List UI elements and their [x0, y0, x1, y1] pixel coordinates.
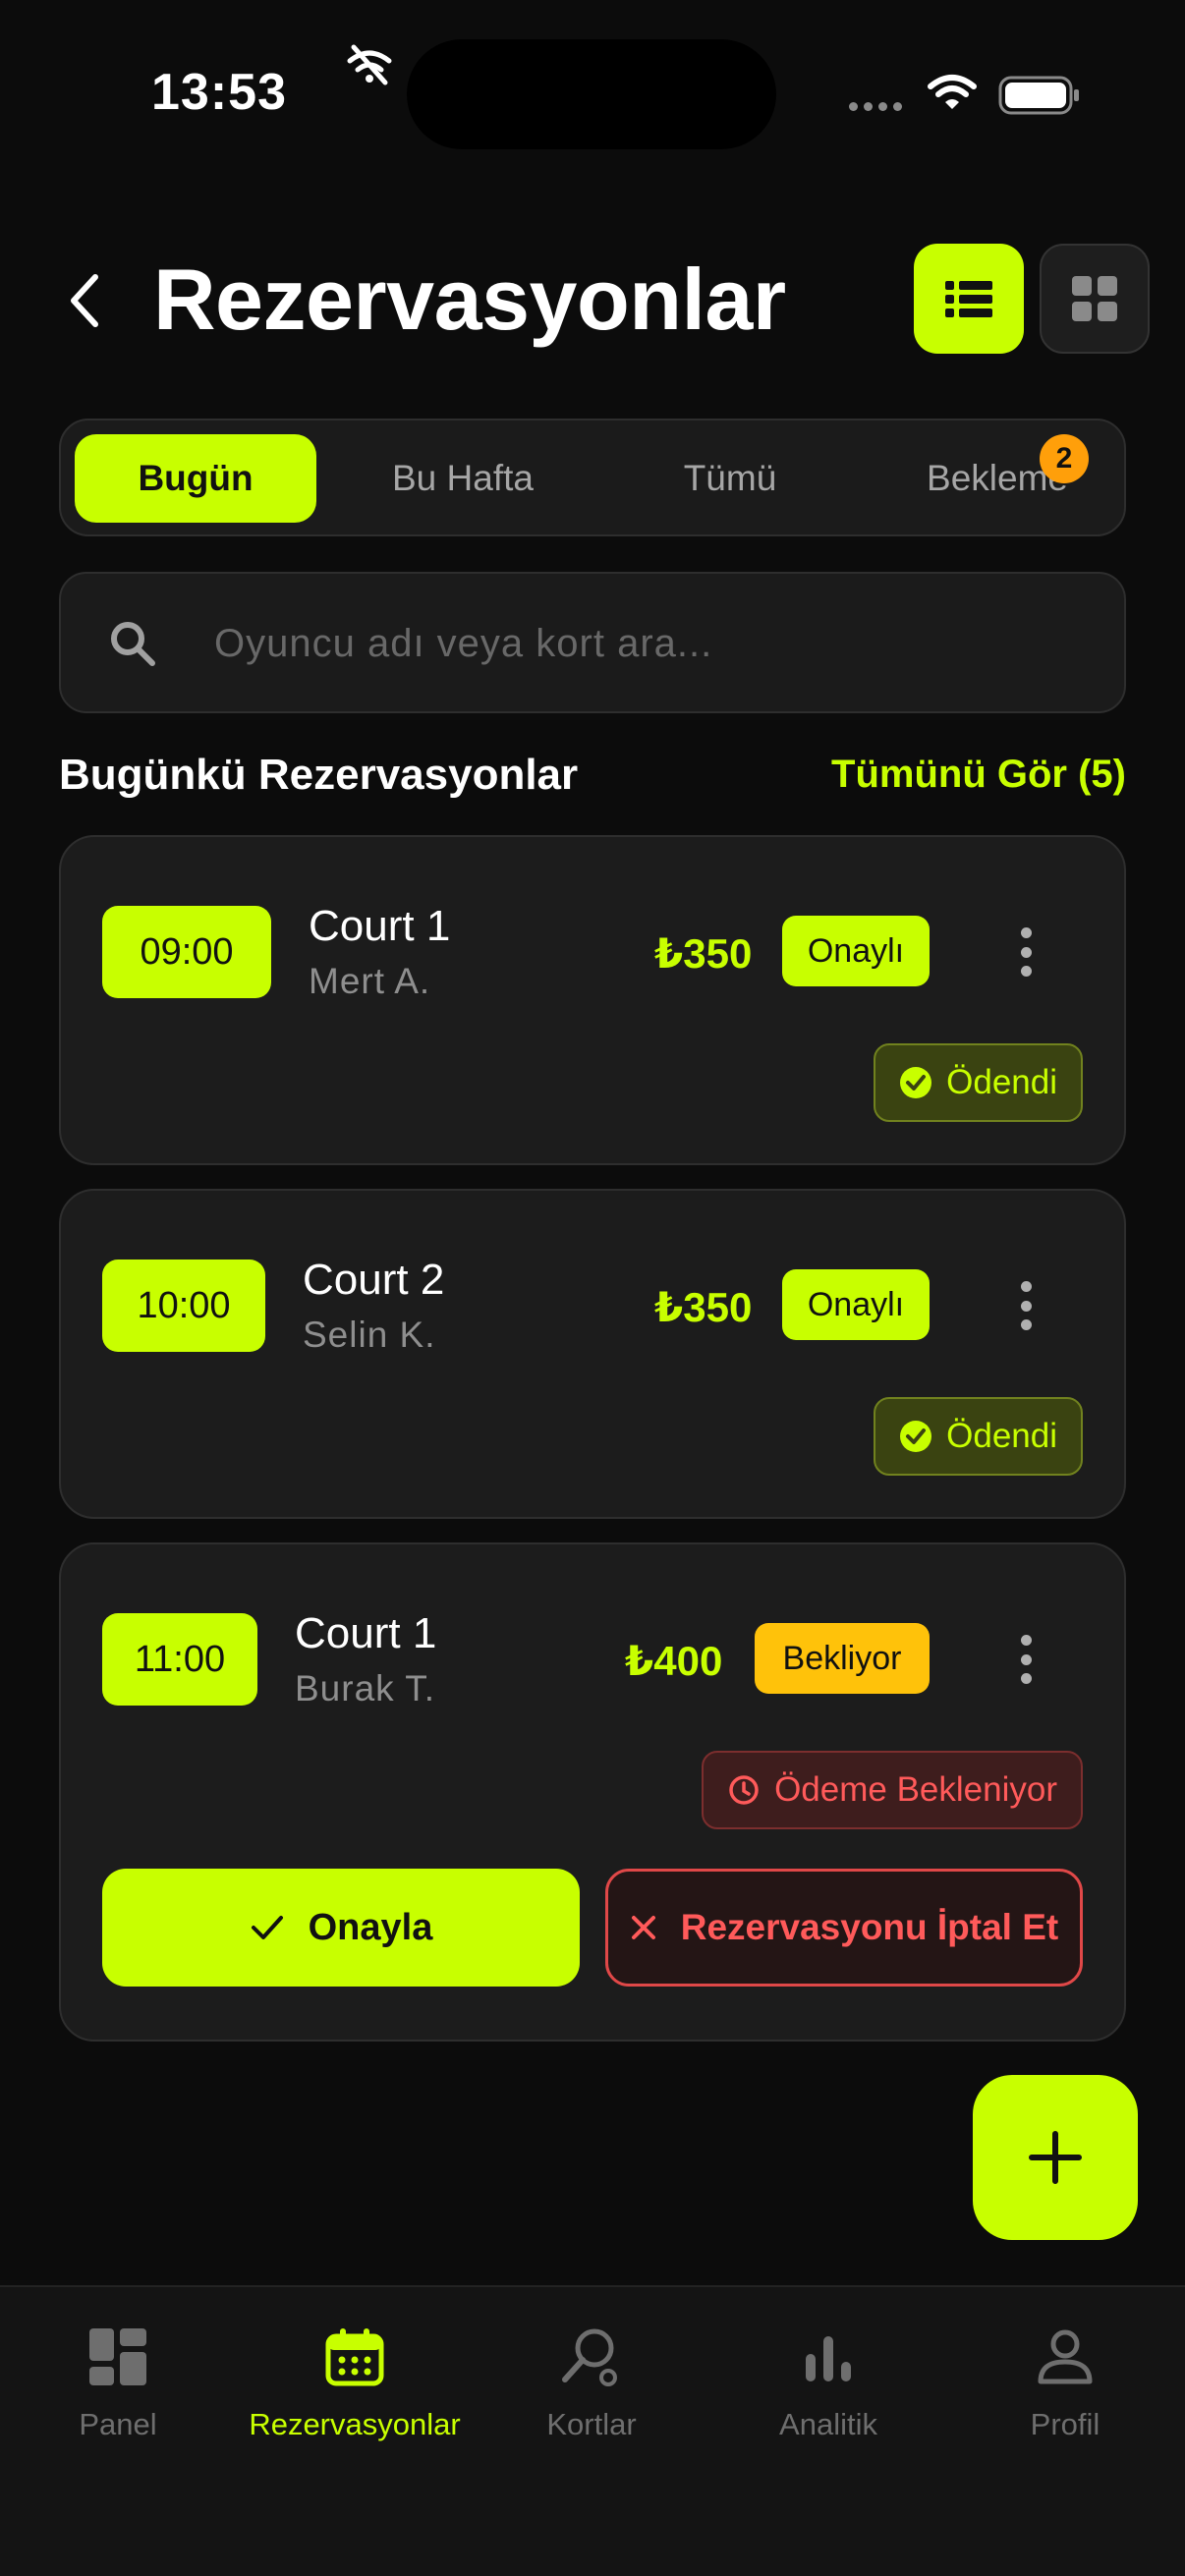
nav-item-reservations[interactable]: Rezervasyonlar: [237, 2326, 473, 2442]
more-options-button[interactable]: [1018, 1635, 1034, 1684]
wifi-off-icon: [347, 44, 392, 85]
booking-time: 11:00: [102, 1613, 257, 1706]
payment-label: Ödeme Bekleniyor: [774, 1770, 1057, 1809]
more-options-button[interactable]: [1018, 927, 1034, 977]
status-badge: Onaylı: [782, 1269, 930, 1340]
booking-price: ₺350: [654, 930, 753, 977]
nav-item-courts[interactable]: Kortlar: [474, 2326, 709, 2442]
search-input[interactable]: [214, 609, 1079, 678]
booking-card[interactable]: 09:00 Court 1 Mert A. ₺350 Onaylı Ödendi: [59, 835, 1126, 1165]
court-name: Court 1: [295, 1609, 437, 1657]
status-badge: Bekliyor: [755, 1623, 930, 1694]
status-time: 13:53: [151, 64, 287, 121]
nav-label: Analitik: [779, 2407, 877, 2441]
nav-item-panel[interactable]: Panel: [0, 2326, 236, 2442]
battery-icon: [998, 76, 1079, 115]
payment-badge: Ödendi: [874, 1397, 1083, 1476]
payment-badge: Ödendi: [874, 1043, 1083, 1122]
plus-icon: [1029, 2131, 1082, 2184]
approve-button[interactable]: Onayla: [102, 1869, 580, 1987]
nav-label: Rezervasyonlar: [249, 2407, 461, 2441]
check-icon: [251, 1916, 283, 1939]
booking-time: 09:00: [102, 906, 271, 998]
see-all-link[interactable]: Tümünü Gör (5): [831, 753, 1126, 797]
search-icon: [111, 622, 155, 666]
dynamic-island: [407, 39, 776, 149]
back-button[interactable]: [57, 269, 110, 332]
grid-icon: [1072, 276, 1117, 321]
user-icon: [1038, 2329, 1093, 2384]
chevron-left-icon: [71, 274, 98, 327]
court-name: Court 1: [309, 902, 451, 950]
more-options-button[interactable]: [1018, 1281, 1034, 1330]
status-badge: Onaylı: [782, 916, 930, 986]
section-title: Bugünkü Rezervasyonlar: [59, 751, 579, 799]
clock-icon: [729, 1775, 759, 1805]
player-name: Burak T.: [295, 1668, 436, 1708]
filter-tabs: Bugün Bu Hafta Tümü Bekleme: [59, 419, 1126, 536]
calendar-icon: [325, 2328, 384, 2386]
cancel-label: Rezervasyonu İptal Et: [680, 1907, 1059, 1947]
payment-badge: Ödeme Bekleniyor: [702, 1751, 1083, 1829]
tab-this-week[interactable]: Bu Hafta: [342, 434, 584, 523]
booking-time: 10:00: [102, 1260, 265, 1352]
payment-label: Ödendi: [946, 1417, 1057, 1455]
nav-label: Kortlar: [546, 2407, 637, 2441]
booking-card[interactable]: 10:00 Court 2 Selin K. ₺350 Onaylı Ödend…: [59, 1189, 1126, 1519]
player-name: Mert A.: [309, 961, 431, 1001]
nav-item-analytics[interactable]: Analitik: [710, 2326, 946, 2442]
court-name: Court 2: [303, 1256, 445, 1304]
nav-label: Panel: [79, 2407, 157, 2441]
bar-chart-icon: [806, 2336, 851, 2381]
nav-item-profile[interactable]: Profil: [947, 2326, 1183, 2442]
cellular-signal-icon: [849, 102, 902, 111]
search-bar: [59, 572, 1126, 713]
approve-label: Onayla: [308, 1906, 433, 1948]
player-name: Selin K.: [303, 1315, 436, 1355]
booking-price: ₺400: [625, 1638, 723, 1684]
pending-count-badge: 2: [1040, 434, 1089, 483]
tab-all[interactable]: Tümü: [609, 434, 851, 523]
check-circle-icon: [900, 1067, 932, 1098]
booking-price: ₺350: [654, 1284, 753, 1330]
racket-icon: [562, 2328, 617, 2386]
dashboard-icon: [89, 2328, 146, 2385]
cancel-reservation-button[interactable]: Rezervasyonu İptal Et: [605, 1869, 1083, 1987]
list-view-button[interactable]: [914, 244, 1024, 354]
list-icon: [945, 281, 992, 317]
check-circle-icon: [900, 1421, 932, 1452]
nav-label: Profil: [1030, 2407, 1100, 2441]
close-icon: [631, 1916, 655, 1939]
booking-card[interactable]: 11:00 Court 1 Burak T. ₺400 Bekliyor Öde…: [59, 1542, 1126, 2042]
tab-today[interactable]: Bugün: [75, 434, 316, 523]
add-booking-button[interactable]: [973, 2075, 1138, 2240]
grid-view-button[interactable]: [1040, 244, 1150, 354]
payment-label: Ödendi: [946, 1063, 1057, 1101]
wifi-icon: [928, 75, 977, 109]
bottom-navigation: Panel Rezervasyonlar Kortlar Analitik Pr…: [0, 2285, 1185, 2576]
page-title: Rezervasyonlar: [153, 251, 786, 348]
